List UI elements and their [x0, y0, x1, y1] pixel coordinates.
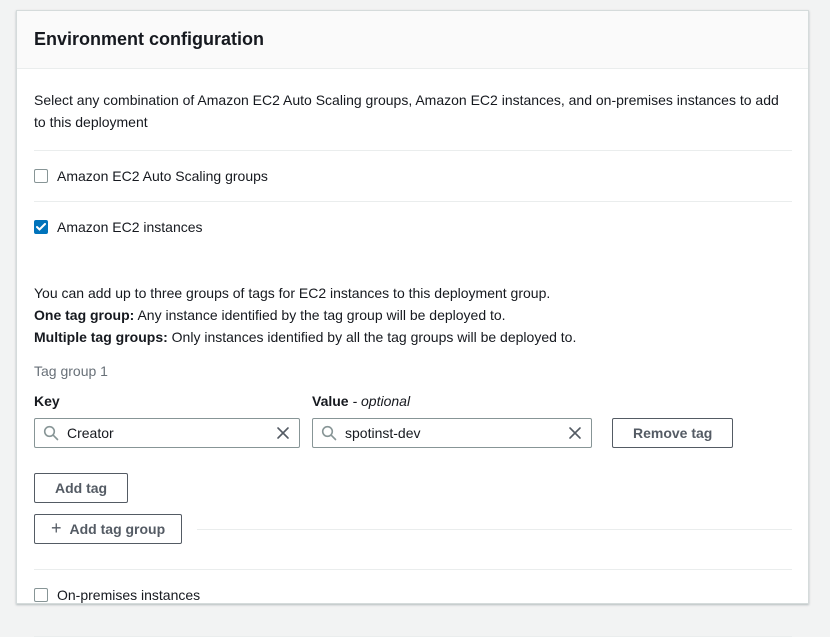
value-label-text: Value: [312, 393, 352, 409]
tag-help-line-1: You can add up to three groups of tags f…: [34, 282, 792, 304]
checkbox-row-ec2-instances[interactable]: Amazon EC2 instances: [34, 202, 792, 252]
divider: [197, 529, 792, 530]
value-optional-text: - optional: [352, 393, 410, 409]
panel-header: Environment configuration: [17, 11, 808, 69]
add-tag-group-row: + Add tag group: [34, 514, 792, 544]
key-field-group: Key: [34, 390, 300, 448]
add-tag-button[interactable]: Add tag: [34, 473, 128, 503]
plus-icon: +: [51, 519, 62, 537]
tag-help-text: You can add up to three groups of tags f…: [34, 282, 792, 348]
value-field-group: Value - optional: [312, 390, 592, 448]
checkmark-icon: [36, 223, 46, 231]
value-search-input-wrapper: [312, 418, 592, 448]
panel-body: Select any combination of Amazon EC2 Aut…: [17, 69, 808, 637]
add-tag-group-label: Add tag group: [70, 521, 166, 537]
on-premises-label: On-premises instances: [57, 584, 200, 606]
value-input[interactable]: [312, 418, 592, 448]
on-premises-checkbox[interactable]: [34, 588, 48, 602]
tag-help-line-2-rest: Any instance identified by the tag group…: [134, 307, 505, 323]
key-search-input-wrapper: [34, 418, 300, 448]
clear-key-icon[interactable]: [275, 425, 291, 441]
environment-configuration-panel: Environment configuration Select any com…: [16, 10, 809, 604]
checkbox-row-auto-scaling-groups[interactable]: Amazon EC2 Auto Scaling groups: [34, 151, 792, 201]
clear-value-icon[interactable]: [567, 425, 583, 441]
tag-help-line-2-bold: One tag group:: [34, 307, 134, 323]
auto-scaling-groups-label: Amazon EC2 Auto Scaling groups: [57, 165, 268, 187]
remove-tag-button[interactable]: Remove tag: [612, 418, 733, 448]
tag-help-line-2: One tag group: Any instance identified b…: [34, 304, 792, 326]
key-input[interactable]: [34, 418, 300, 448]
tag-help-line-3-rest: Only instances identified by all the tag…: [168, 329, 577, 345]
page-title: Environment configuration: [34, 29, 264, 50]
value-label: Value - optional: [312, 390, 592, 412]
key-label: Key: [34, 390, 300, 412]
ec2-instances-label: Amazon EC2 instances: [57, 216, 203, 238]
ec2-instances-checkbox[interactable]: [34, 220, 48, 234]
tag-group-heading: Tag group 1: [34, 360, 792, 382]
auto-scaling-groups-checkbox[interactable]: [34, 169, 48, 183]
tag-help-line-3: Multiple tag groups: Only instances iden…: [34, 326, 792, 348]
add-tag-group-button[interactable]: + Add tag group: [34, 514, 182, 544]
panel-description: Select any combination of Amazon EC2 Aut…: [34, 89, 782, 133]
tag-help-line-3-bold: Multiple tag groups:: [34, 329, 168, 345]
tag-row: Key Value - optional Remove tag: [34, 390, 792, 448]
checkbox-row-on-premises[interactable]: On-premises instances: [34, 570, 792, 620]
